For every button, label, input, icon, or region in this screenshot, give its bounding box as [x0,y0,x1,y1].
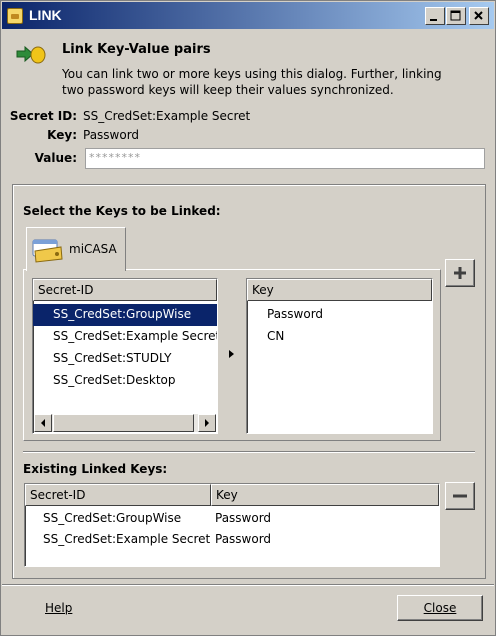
tab-micasa[interactable]: miCASA [26,227,126,271]
list-item[interactable]: Password [247,304,432,326]
secret-id-column-header[interactable]: Secret-ID [33,279,217,301]
linked-keys-table[interactable]: Secret-ID Key SS_CredSet:GroupWise Passw… [24,483,440,567]
tab-micasa-label: miCASA [69,242,117,256]
list-item[interactable]: SS_CredSet:STUDLY [33,348,217,370]
arrow-right-icon [229,350,234,358]
linked-key-column-header[interactable]: Key [211,484,439,506]
micasa-wallet-icon [32,239,63,263]
select-keys-title: Select the Keys to be Linked: [23,204,221,218]
secret-id-value: SS_CredSet:Example Secret [83,109,251,123]
secret-id-label: Secret ID: [9,109,77,123]
table-cell-secret: SS_CredSet:Example Secret [43,532,211,546]
value-field[interactable]: ******** [85,148,485,169]
footer-divider [2,584,494,586]
key-rows: Password CN [247,304,432,348]
close-icon [474,11,483,20]
section-divider [23,451,475,453]
linked-secret-id-column-header[interactable]: Secret-ID [25,484,211,506]
minimize-button[interactable] [425,7,445,25]
app-key-icon [7,8,23,24]
minimize-icon [430,19,437,21]
link-dialog: LINK Link Key-Value pairs You can link t… [0,0,496,636]
maximize-button[interactable] [446,7,466,25]
list-item[interactable]: SS_CredSet:Desktop [33,370,217,392]
help-button[interactable]: Help [45,601,72,615]
existing-linked-keys-title: Existing Linked Keys: [23,462,168,476]
table-cell-key: Password [215,532,272,546]
value-label: Value: [34,151,77,165]
window-title: LINK [29,7,62,23]
table-cell-key: Password [215,511,272,525]
scroll-right-icon [205,419,209,427]
scroll-thumb[interactable] [53,414,194,432]
table-row[interactable]: SS_CredSet:GroupWise Password [25,511,439,525]
key-list[interactable]: Key Password CN [246,278,433,434]
table-row[interactable]: SS_CredSet:Example Secret Password [25,532,439,546]
list-item[interactable]: CN [247,326,432,348]
dialog-description: You can link two or more keys using this… [62,67,442,97]
close-button[interactable]: Close [397,595,483,621]
key-column-header[interactable]: Key [247,279,432,301]
scroll-left-button[interactable] [34,414,52,432]
scroll-right-button[interactable] [198,414,216,432]
secret-id-list[interactable]: Secret-ID SS_CredSet:GroupWise SS_CredSe… [32,278,218,434]
dialog-heading: Link Key-Value pairs [62,42,211,57]
key-value: Password [83,128,140,142]
secret-id-rows: SS_CredSet:GroupWise SS_CredSet:Example … [33,304,217,409]
add-link-button[interactable] [445,259,475,287]
remove-link-button[interactable] [445,482,475,510]
plus-icon [454,267,466,279]
maximize-icon [450,10,461,21]
key-label: Key: [47,128,77,142]
list-item[interactable]: SS_CredSet:GroupWise [33,304,217,326]
horizontal-scrollbar[interactable] [34,414,216,432]
close-button-label: Close [423,601,457,615]
scroll-left-icon [41,419,45,427]
title-bar[interactable]: LINK [2,2,494,29]
minus-icon [453,494,467,498]
list-item[interactable]: SS_CredSet:Example Secret [33,326,217,348]
table-header: Secret-ID Key [25,484,439,506]
close-window-button[interactable] [469,7,489,25]
table-cell-secret: SS_CredSet:GroupWise [43,511,182,525]
link-arrow-icon [16,45,46,64]
